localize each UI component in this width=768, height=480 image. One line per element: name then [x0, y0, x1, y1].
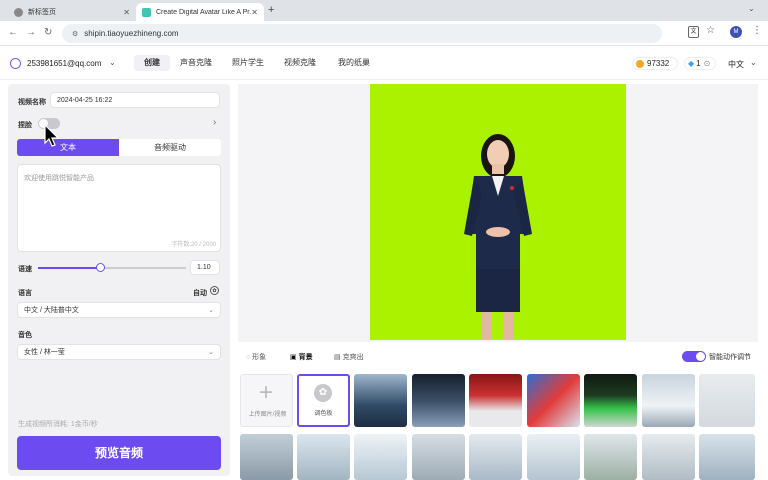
tab-text-drive[interactable]: 文本 [17, 139, 119, 156]
forward-arrow-icon[interactable]: → [26, 27, 36, 39]
app-header: 253981651@qq.com ⌄ 创建 声音克隆 照片学生 视频克隆 我的纸… [0, 46, 768, 80]
coin-count: 97332 [647, 59, 670, 68]
background-thumb[interactable] [469, 434, 522, 480]
nav-my-works[interactable]: 我的纸巢 [334, 55, 374, 71]
diamond-icon: ◆ [688, 59, 695, 68]
new-tab-plus-icon[interactable]: + [268, 4, 274, 16]
gem-count: 1 [696, 59, 701, 68]
face-label: 捏脸 [18, 122, 32, 129]
speed-slider-handle[interactable] [96, 263, 106, 272]
background-thumb[interactable] [412, 434, 465, 480]
nav-video-clone[interactable]: 视频克隆 [280, 55, 320, 71]
nav-create[interactable]: 创建 [134, 55, 170, 71]
chrome-icon [14, 7, 23, 17]
upload-label: 上传图片/视频 [248, 412, 287, 418]
tab-avatar[interactable]: ◌ 形象 [246, 352, 266, 362]
auto-label: 自动 [193, 290, 207, 297]
palette-tile[interactable]: ✿ 调色板 [297, 374, 350, 427]
left-settings-panel: 视频名称 2024-04-25 16:22 捏脸 › 文本 音频驱动 欢迎使用跳… [8, 84, 230, 476]
speed-value-input[interactable]: 1.10 [190, 260, 220, 275]
background-thumb[interactable] [584, 374, 637, 427]
background-thumb[interactable] [642, 434, 695, 480]
browser-toolbar: ← → ↻ ⚙ shipin.tiaoyuezhineng.com 文 ☆ M … [0, 21, 768, 46]
profile-avatar[interactable]: M [730, 26, 742, 38]
nav-photo[interactable]: 照片学生 [228, 55, 268, 71]
close-icon[interactable]: ✕ [123, 8, 130, 17]
background-thumb[interactable] [469, 374, 522, 427]
background-thumb[interactable] [354, 434, 407, 480]
video-name-input[interactable]: 2024-04-25 16:22 [50, 92, 220, 108]
chevron-down-icon[interactable]: ⌄ [750, 58, 757, 67]
menu-dots-icon[interactable]: ⋮ [752, 25, 762, 36]
browser-tab-strip: 新标签页 ✕ Create Digital Avatar Like A Pr..… [0, 0, 768, 21]
address-bar[interactable]: ⚙ shipin.tiaoyuezhineng.com [62, 24, 662, 43]
smart-action-label: 智能动作调节 [709, 354, 751, 361]
plus-icon: + [259, 379, 274, 406]
voice-select[interactable]: 女性 / 林一莹 ⌄ [17, 344, 221, 360]
coin-balance[interactable]: 97332 [632, 57, 678, 70]
smart-action-toggle[interactable] [682, 351, 706, 362]
background-thumb[interactable] [584, 434, 637, 480]
background-thumb[interactable] [354, 374, 407, 427]
textarea-placeholder: 欢迎使用跳悦智能产品 [24, 175, 94, 182]
reload-icon[interactable]: ↻ [44, 27, 52, 39]
chevron-right-icon[interactable]: › [213, 117, 216, 128]
palette-label: 调色板 [314, 411, 333, 417]
tab-audio-drive[interactable]: 音频驱动 [119, 139, 221, 156]
char-count: 字符数:20 / 2000 [171, 242, 216, 248]
avatar-figure[interactable] [370, 84, 626, 340]
tab-search-chevron-icon[interactable]: ⌄ [748, 4, 755, 13]
language-select-value: 中文 / 大陆普中文 [24, 307, 79, 314]
bookmark-star-icon[interactable]: ☆ [706, 25, 715, 36]
browser-tab-newtab[interactable]: 新标签页 ✕ [8, 3, 136, 21]
nav-voice-clone[interactable]: 声音克隆 [176, 55, 216, 71]
site-info-icon[interactable]: ⚙ [72, 30, 78, 38]
background-thumb[interactable] [297, 434, 350, 480]
background-thumb[interactable] [642, 374, 695, 427]
script-textarea[interactable]: 欢迎使用跳悦智能产品 字符数:20 / 2000 [17, 164, 221, 252]
back-arrow-icon[interactable]: ← [8, 27, 18, 39]
language-select[interactable]: 中文 / 大陆普中文 ⌄ [17, 302, 221, 318]
chevron-down-icon: ⌄ [208, 307, 214, 314]
language-label: 语言 [18, 290, 32, 297]
settings-icon: ⊙ [703, 59, 711, 68]
account-email[interactable]: 253981651@qq.com [27, 59, 101, 68]
background-thumb[interactable] [527, 374, 580, 427]
video-name-label: 视频名称 [18, 99, 46, 106]
tab-background[interactable]: ▣ 背景 [290, 352, 313, 362]
cost-text: 生成视频所消耗: 1金币/秒 [18, 421, 98, 428]
coin-icon [636, 59, 644, 68]
voice-select-value: 女性 / 林一莹 [24, 349, 65, 356]
background-thumb[interactable] [699, 374, 755, 427]
speed-slider-track[interactable] [38, 267, 186, 269]
chevron-down-icon[interactable]: ⌄ [109, 58, 116, 67]
mouse-cursor-icon [44, 124, 60, 147]
background-icon: ▣ [290, 354, 297, 361]
green-screen-canvas[interactable] [370, 84, 626, 340]
gem-balance[interactable]: ◆ 1 ⊙ [684, 57, 716, 70]
background-thumb[interactable] [527, 434, 580, 480]
avatar-icon: ◌ [246, 354, 251, 361]
translate-icon[interactable]: 文 [688, 26, 699, 38]
site-favicon-icon [142, 7, 151, 17]
tab-title: Create Digital Avatar Like A Pr... [156, 8, 252, 16]
palette-icon: ✿ [314, 384, 332, 402]
voice-label: 音色 [18, 332, 32, 339]
preview-audio-button[interactable]: 预览音频 [17, 436, 221, 470]
user-icon [10, 58, 21, 69]
chevron-down-icon: ⌄ [208, 349, 214, 356]
tab-title: 新标签页 [28, 9, 56, 16]
browser-tab-active[interactable]: Create Digital Avatar Like A Pr... ✕ [136, 3, 264, 21]
background-thumb[interactable] [240, 434, 293, 480]
upload-tile[interactable]: + 上传图片/视频 [240, 374, 293, 427]
url-text: shipin.tiaoyuezhineng.com [84, 29, 179, 38]
image-icon: ▤ [334, 354, 341, 361]
speed-label: 语速 [18, 266, 32, 273]
palette-icon[interactable]: ✿ [210, 286, 219, 295]
language-switch[interactable]: 中文 [728, 59, 744, 70]
close-icon[interactable]: ✕ [251, 8, 258, 17]
background-thumb[interactable] [412, 374, 465, 427]
tab-mode[interactable]: ▤ 克爽出 [334, 352, 364, 362]
background-thumb[interactable] [699, 434, 755, 480]
